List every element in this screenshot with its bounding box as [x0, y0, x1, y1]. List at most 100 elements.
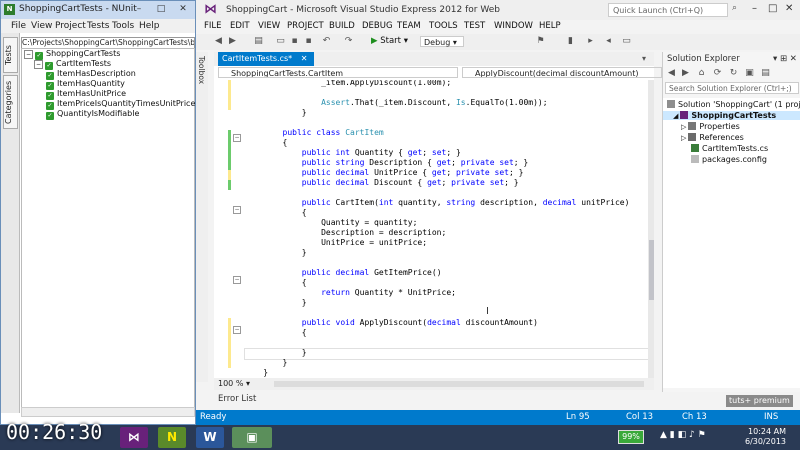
code-line[interactable]: Quantity = quantity;: [244, 218, 417, 228]
menu-debug[interactable]: DEBUG: [362, 21, 393, 31]
bookmark-clear-icon[interactable]: ▭: [622, 37, 631, 46]
code-line[interactable]: public CartItem(int quantity, string des…: [244, 198, 630, 208]
maximize-button[interactable]: □: [768, 3, 777, 14]
error-list-tab[interactable]: Error List: [214, 392, 414, 406]
menu-tools[interactable]: TOOLS: [429, 21, 458, 31]
sync-icon[interactable]: ⟳: [713, 69, 722, 78]
maximize-button[interactable]: □: [151, 3, 171, 16]
bookmark-next-icon[interactable]: ▸: [586, 37, 595, 46]
menu-team[interactable]: TEAM: [397, 21, 421, 31]
code-line[interactable]: UnitPrice = unitPrice;: [244, 238, 427, 248]
search-icon[interactable]: ⌕: [732, 3, 742, 13]
nunit-taskbar-icon[interactable]: N: [158, 427, 186, 448]
horizontal-scrollbar[interactable]: [21, 407, 195, 417]
tab-tests[interactable]: Tests: [3, 37, 18, 73]
bookmark-icon[interactable]: ▮: [566, 37, 575, 46]
menu-view[interactable]: VIEW: [258, 21, 280, 31]
pin-icon[interactable]: ▾ ⊞ ✕: [773, 52, 797, 66]
member-dropdown[interactable]: ApplyDiscount(decimal discountAmount): [462, 67, 662, 78]
vertical-scrollbar[interactable]: [648, 80, 654, 378]
code-line[interactable]: }: [244, 368, 268, 378]
collapse-icon[interactable]: −: [34, 60, 43, 69]
collapse-icon[interactable]: −: [24, 50, 33, 59]
tree-item-shoppingcarttests[interactable]: ◢ ShoppingCartTests: [663, 111, 800, 120]
collapse-all-icon[interactable]: ▣: [745, 69, 754, 78]
back-icon[interactable]: ◀: [667, 69, 676, 78]
menu-project[interactable]: Project: [55, 21, 86, 31]
code-line[interactable]: {: [244, 138, 288, 148]
tab-overflow-icon[interactable]: ▾: [642, 54, 646, 63]
collapse-icon[interactable]: −: [233, 276, 241, 284]
back-icon[interactable]: ◀: [214, 37, 223, 46]
scrollbar-thumb[interactable]: [649, 240, 654, 300]
solution-search-input[interactable]: Search Solution Explorer (Ctrl+;): [665, 82, 799, 94]
tree-item-references[interactable]: ▷ References: [681, 133, 744, 142]
code-area[interactable]: _item.ApplyDiscount(1.00m); Assert.That(…: [244, 80, 648, 378]
screen-recorder-taskbar-icon[interactable]: ▣: [232, 427, 272, 448]
code-line[interactable]: _item.ApplyDiscount(1.00m);: [244, 80, 451, 88]
forward-icon[interactable]: ▶: [681, 69, 690, 78]
code-line[interactable]: Assert.That(_item.Discount, Is.EqualTo(1…: [244, 98, 547, 108]
code-line[interactable]: return Quantity * UnitPrice;: [244, 288, 456, 298]
class-dropdown[interactable]: ShoppingCartTests.CartItem: [218, 67, 458, 78]
save-all-icon[interactable]: ▪: [304, 37, 313, 46]
new-project-icon[interactable]: ▤: [254, 37, 263, 46]
redo-icon[interactable]: ↷: [344, 37, 353, 46]
code-line[interactable]: public class CartItem: [244, 128, 384, 138]
code-line[interactable]: }: [244, 358, 288, 368]
horizontal-scrollbar[interactable]: [274, 381, 644, 387]
code-line[interactable]: }: [244, 298, 307, 308]
word-taskbar-icon[interactable]: W: [196, 427, 224, 448]
system-clock[interactable]: 10:24 AM 6/30/2013: [745, 427, 786, 447]
code-line[interactable]: {: [244, 328, 307, 338]
menu-help[interactable]: Help: [139, 21, 160, 31]
code-editor[interactable]: − − − − _item.ApplyDiscount(1.00m); Asse…: [214, 80, 654, 378]
menu-view[interactable]: View: [31, 21, 52, 31]
close-button[interactable]: ✕: [173, 3, 193, 16]
undo-icon[interactable]: ↶: [322, 37, 331, 46]
menu-edit[interactable]: EDIT: [230, 21, 250, 31]
tree-item-properties[interactable]: ▷ Properties: [681, 122, 740, 131]
forward-icon[interactable]: ▶: [228, 37, 237, 46]
menu-file[interactable]: File: [11, 21, 26, 31]
menu-window[interactable]: WINDOW: [494, 21, 533, 31]
code-line[interactable]: {: [244, 208, 307, 218]
code-line[interactable]: public int Quantity { get; set; }: [244, 148, 461, 158]
tree-item-cartitemtests-cs[interactable]: CartItemTests.cs: [691, 144, 768, 153]
menu-tools[interactable]: Tools: [112, 21, 134, 31]
minimize-button[interactable]: –: [129, 3, 149, 16]
code-line[interactable]: public string Description { get; private…: [244, 158, 528, 168]
save-icon[interactable]: ▪: [290, 37, 299, 46]
code-line[interactable]: public decimal UnitPrice { get; private …: [244, 168, 524, 178]
expand-icon[interactable]: ▷: [681, 134, 686, 142]
code-line[interactable]: {: [244, 278, 307, 288]
close-button[interactable]: ✕: [785, 3, 793, 14]
code-line[interactable]: public decimal Discount { get; private s…: [244, 178, 519, 188]
collapse-icon[interactable]: −: [233, 206, 241, 214]
menu-test[interactable]: TEST: [464, 21, 485, 31]
close-tab-icon[interactable]: ✕: [301, 54, 308, 63]
tab-categories[interactable]: Categories: [3, 75, 18, 129]
tree-item-solution[interactable]: Solution 'ShoppingCart' (1 project: [667, 100, 800, 109]
start-button[interactable]: ▶ Start ▾: [371, 36, 408, 46]
tree-node[interactable]: ✓ QuantityIsModifiable: [46, 109, 139, 120]
open-file-icon[interactable]: ▭: [276, 37, 285, 46]
expand-icon[interactable]: ▷: [681, 123, 686, 131]
code-line[interactable]: Description = description;: [244, 228, 446, 238]
collapse-icon[interactable]: −: [233, 326, 241, 334]
code-line[interactable]: }: [244, 248, 307, 258]
menu-file[interactable]: FILE: [204, 21, 222, 31]
refresh-icon[interactable]: ↻: [729, 69, 738, 78]
toolbox-strip[interactable]: Toolbox: [196, 52, 208, 382]
code-line[interactable]: }: [244, 108, 307, 118]
code-line[interactable]: public decimal GetItemPrice(): [244, 268, 442, 278]
tree-item-packages-config[interactable]: packages.config: [691, 155, 767, 164]
tab-cartitemtests[interactable]: CartItemTests.cs* ✕: [218, 52, 314, 66]
solution-configuration-select[interactable]: Debug ▾: [420, 36, 464, 47]
battery-indicator[interactable]: 99%: [618, 430, 644, 444]
visual-studio-taskbar-icon[interactable]: ⋈: [120, 427, 148, 448]
menu-project[interactable]: PROJECT: [287, 21, 324, 31]
home-icon[interactable]: ⌂: [697, 69, 706, 78]
expand-icon[interactable]: ◢: [673, 112, 678, 120]
zoom-level[interactable]: 100 % ▾: [218, 379, 250, 388]
